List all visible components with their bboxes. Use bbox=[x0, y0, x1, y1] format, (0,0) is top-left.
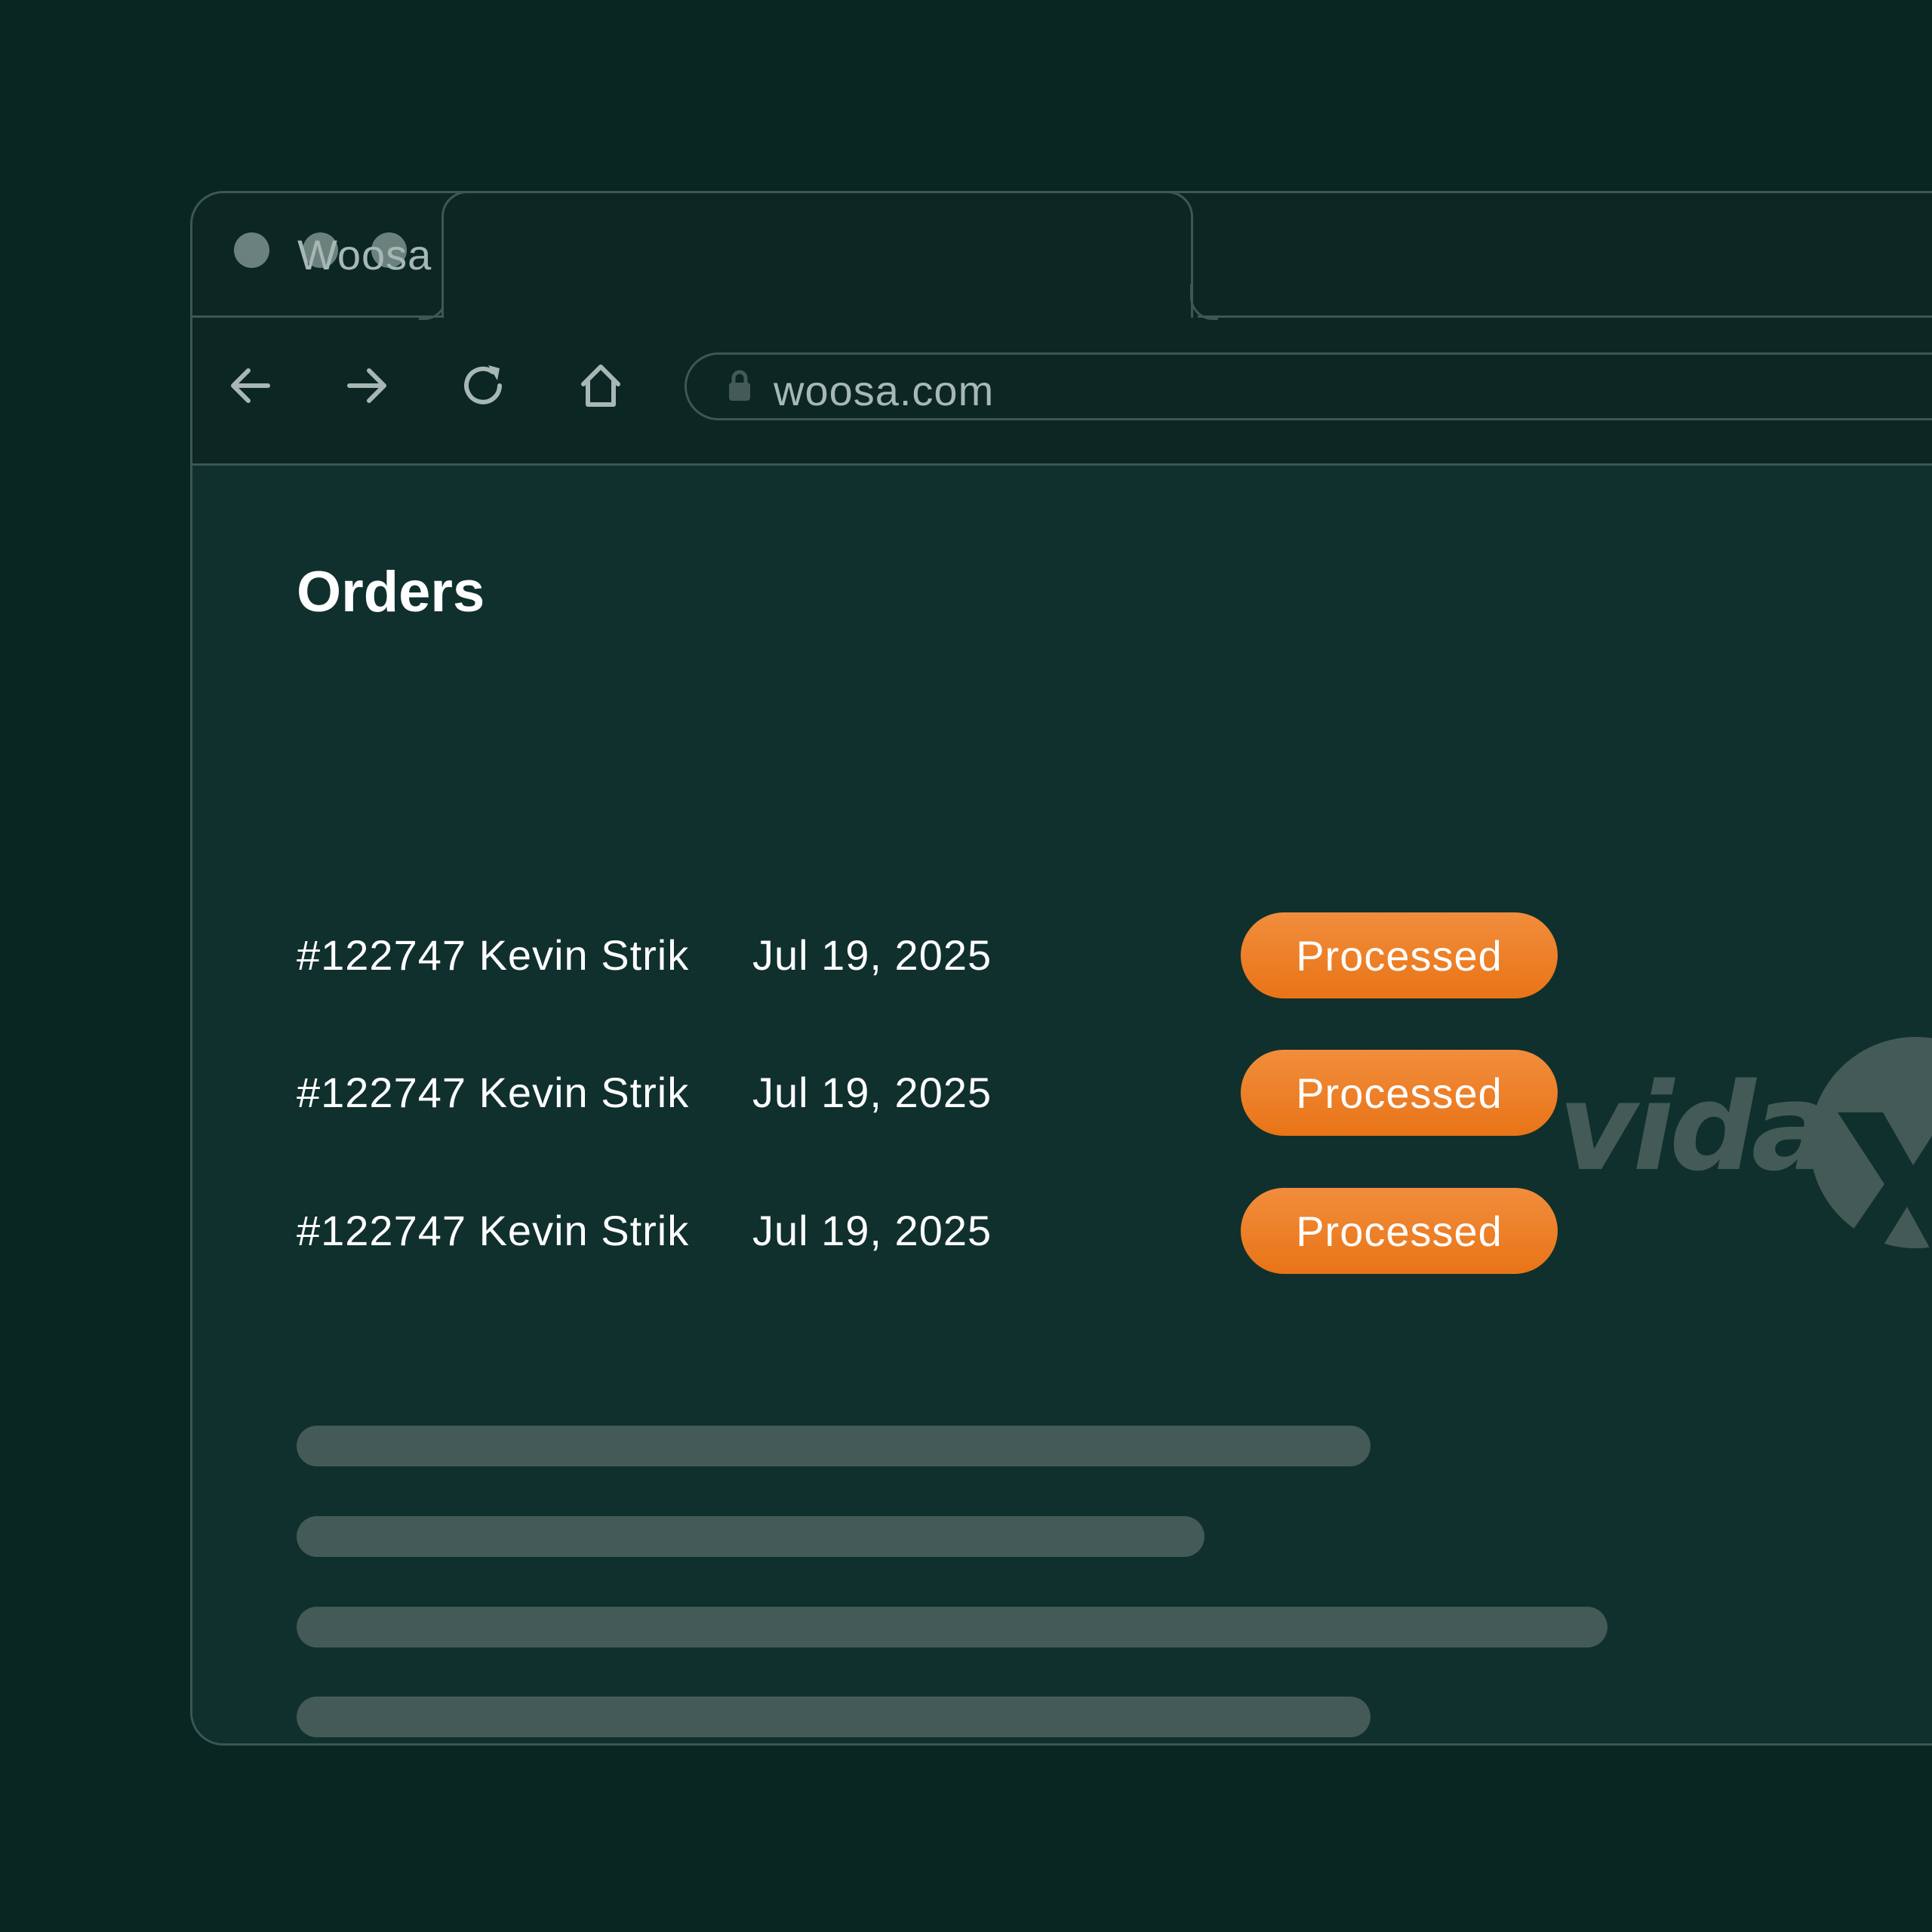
browser-window: woosa.com Orders vida #122747 Kevin Stri… bbox=[190, 191, 1932, 1746]
vidaxl-logo: vida bbox=[1558, 1037, 1932, 1252]
browser-tab[interactable] bbox=[441, 193, 1193, 318]
order-row[interactable]: #122747 Kevin Strik Jul 19, 2025 Process… bbox=[297, 1050, 1558, 1136]
order-id-customer: #122747 Kevin Strik bbox=[297, 931, 690, 979]
status-badge: Processed bbox=[1241, 1050, 1558, 1136]
browser-toolbar: woosa.com bbox=[192, 318, 1932, 466]
order-id-customer: #122747 Kevin Strik bbox=[297, 1069, 690, 1116]
page-content: Orders vida #122747 Kevin Strik Jul 19, … bbox=[192, 466, 1932, 1743]
skeleton-line bbox=[297, 1426, 1371, 1466]
status-badge: Processed bbox=[1241, 912, 1558, 998]
skeleton-line bbox=[297, 1607, 1607, 1647]
page-title: Orders bbox=[297, 560, 485, 624]
order-date: Jul 19, 2025 bbox=[752, 931, 992, 979]
svg-text:vida: vida bbox=[1558, 1057, 1829, 1198]
skeleton-line bbox=[297, 1516, 1204, 1557]
arrow-left-icon[interactable] bbox=[224, 359, 277, 412]
tab-corner bbox=[1190, 284, 1218, 320]
home-icon[interactable] bbox=[574, 359, 627, 412]
close-window-dot[interactable] bbox=[234, 232, 269, 268]
url-text[interactable]: woosa.com bbox=[774, 366, 994, 415]
arrow-right-icon[interactable] bbox=[340, 359, 393, 412]
tab-title[interactable]: Woosa bbox=[297, 230, 432, 279]
status-badge: Processed bbox=[1241, 1188, 1558, 1274]
order-date: Jul 19, 2025 bbox=[752, 1207, 992, 1254]
order-row[interactable]: #122747 Kevin Strik Jul 19, 2025 Process… bbox=[297, 912, 1558, 998]
order-id-customer: #122747 Kevin Strik bbox=[297, 1207, 690, 1254]
order-date: Jul 19, 2025 bbox=[752, 1069, 992, 1116]
order-row[interactable]: #122747 Kevin Strik Jul 19, 2025 Process… bbox=[297, 1188, 1558, 1274]
title-bar bbox=[192, 193, 1932, 320]
lock-icon bbox=[721, 367, 758, 405]
reload-icon[interactable] bbox=[458, 359, 511, 412]
skeleton-line bbox=[297, 1697, 1371, 1737]
